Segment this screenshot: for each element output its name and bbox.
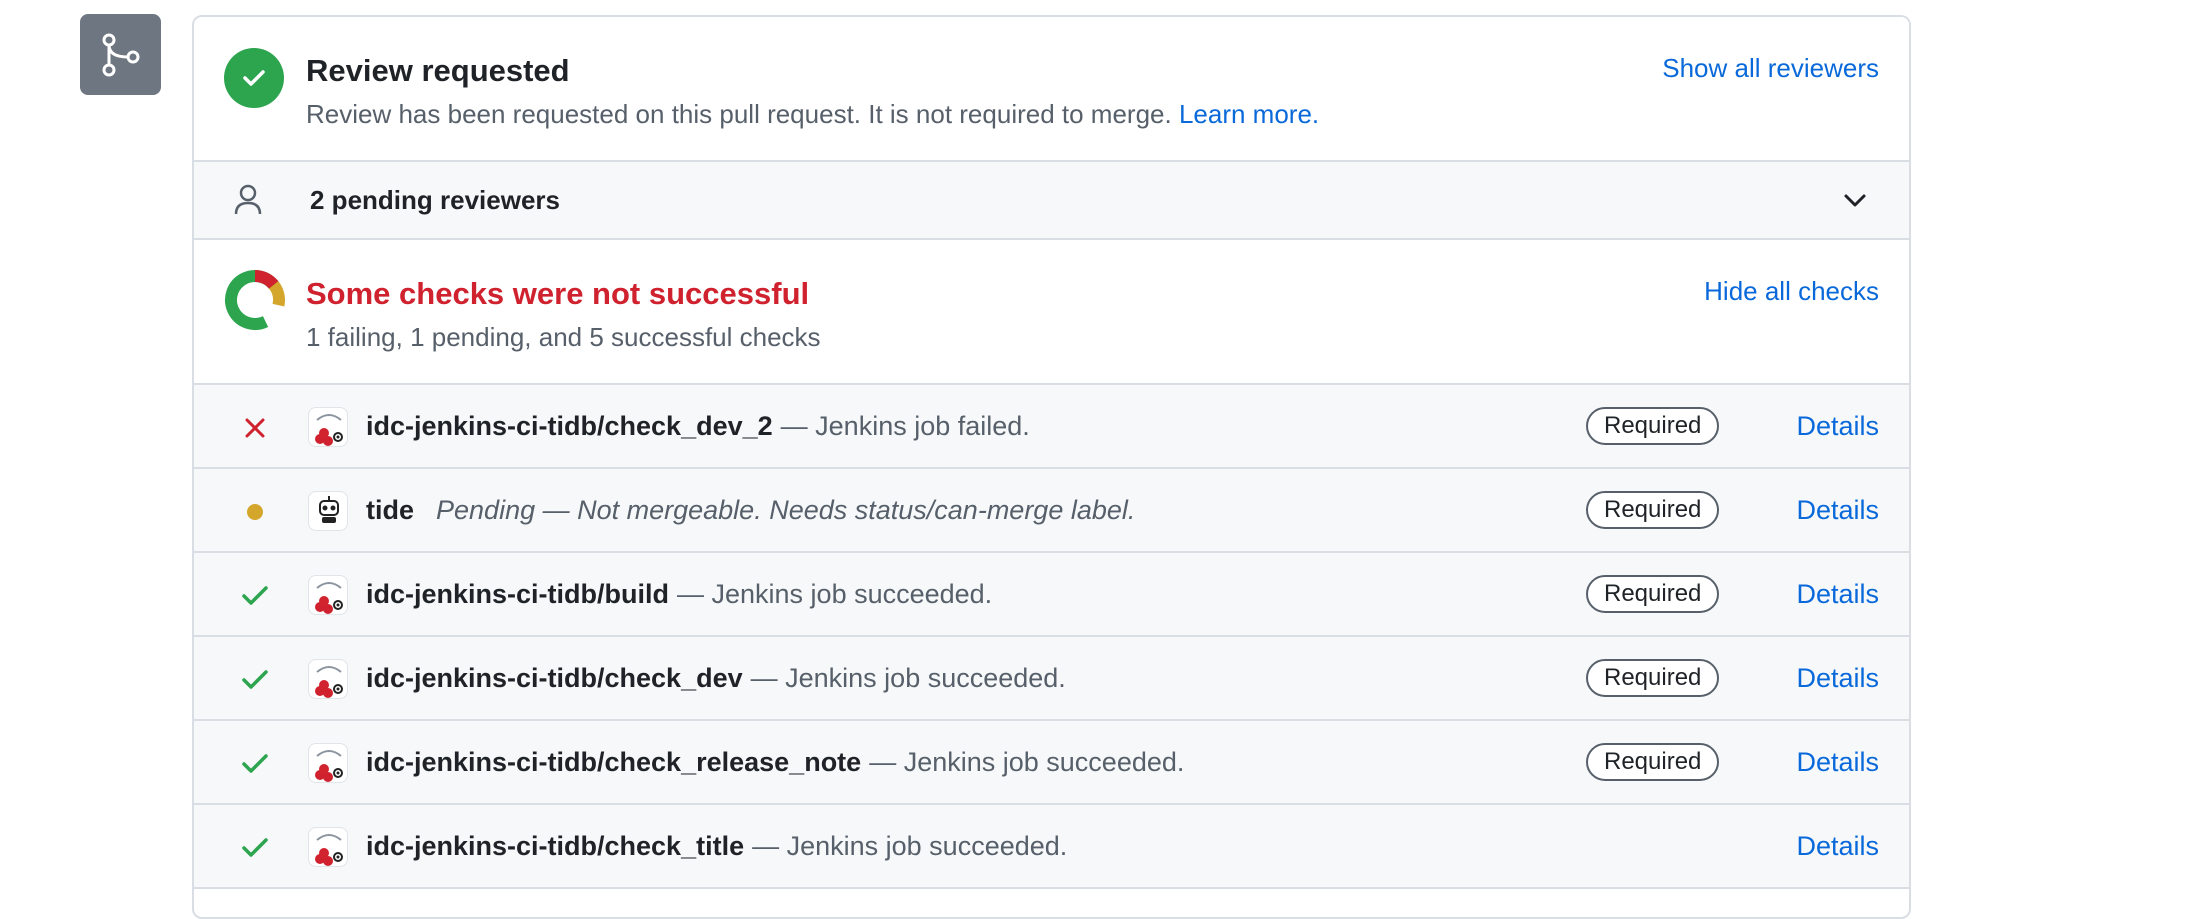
jenkins-avatar [308, 743, 348, 783]
check-row: tide Pending — Not mergeable. Needs statu… [194, 469, 1909, 553]
check-text: idc-jenkins-ci-tidb/check_release_note — … [366, 747, 1184, 778]
jenkins-avatar [308, 407, 348, 447]
chevron-down-icon[interactable] [1843, 190, 1867, 210]
check-description: — Jenkins job succeeded. [677, 579, 993, 609]
required-badge: Required [1586, 743, 1720, 781]
details-link[interactable]: Details [1796, 747, 1879, 778]
jenkins-avatar [308, 659, 348, 699]
git-merge-icon [80, 14, 161, 95]
check-row: idc-jenkins-ci-tidb/check_release_note — … [194, 721, 1909, 805]
checks-status-donut-icon [225, 270, 285, 330]
check-icon [240, 833, 270, 863]
check-circle-icon [224, 48, 284, 108]
learn-more-link[interactable]: Learn more. [1179, 99, 1319, 129]
pending-reviewers-label: 2 pending reviewers [310, 185, 560, 215]
tichi-bot-avatar [308, 491, 348, 531]
branch-icon [102, 33, 139, 76]
check-row: idc-jenkins-ci-tidb/build — Jenkins job s… [194, 553, 1909, 637]
required-badge: Required [1586, 575, 1720, 613]
check-text: idc-jenkins-ci-tidb/check_dev_2— Jenkins… [366, 411, 1030, 442]
details-link[interactable]: Details [1796, 663, 1879, 694]
checks-title: Some checks were not successful [306, 276, 810, 311]
required-badge: Required [1586, 491, 1720, 529]
check-text: idc-jenkins-ci-tidb/check_dev — Jenkins j… [366, 663, 1066, 694]
check-text: tide Pending — Not mergeable. Needs statu… [366, 495, 1135, 526]
check-icon [240, 581, 270, 611]
check-icon [240, 665, 270, 695]
check-name: idc-jenkins-ci-tidb/check_title [366, 831, 745, 861]
checks-section: Some checks were not successful 1 failin… [194, 240, 1909, 385]
check-description: Pending — Not mergeable. Needs status/ca… [436, 495, 1136, 525]
check-description: — Jenkins job succeeded. [750, 663, 1066, 693]
show-all-reviewers-link[interactable]: Show all reviewers [1662, 53, 1879, 84]
checks-summary: 1 failing, 1 pending, and 5 successful c… [306, 322, 821, 352]
pending-reviewers-row[interactable]: 2 pending reviewers [194, 162, 1909, 240]
check-description: — Jenkins job failed. [780, 411, 1030, 441]
check-name: idc-jenkins-ci-tidb/check_dev_2 [366, 411, 773, 441]
check-name: tide [366, 495, 415, 525]
check-description: — Jenkins job succeeded. [869, 747, 1185, 777]
review-description: Review has been requested on this pull r… [306, 99, 1320, 129]
check-icon [240, 749, 270, 779]
check-name: idc-jenkins-ci-tidb/check_dev [366, 663, 743, 693]
person-icon [234, 184, 262, 215]
review-section: Review requested Review has been request… [194, 17, 1909, 162]
x-icon [240, 413, 270, 443]
check-text: idc-jenkins-ci-tidb/check_title — Jenkins… [366, 831, 1067, 862]
check-name: idc-jenkins-ci-tidb/check_release_note [366, 747, 862, 777]
details-link[interactable]: Details [1796, 831, 1879, 862]
check-row: idc-jenkins-ci-tidb/check_dev — Jenkins j… [194, 637, 1909, 721]
checks-list: idc-jenkins-ci-tidb/check_dev_2— Jenkins… [194, 385, 1909, 889]
check-description: — Jenkins job succeeded. [752, 831, 1068, 861]
check-row: idc-jenkins-ci-tidb/check_title — Jenkins… [194, 805, 1909, 889]
check-row: idc-jenkins-ci-tidb/check_dev_2— Jenkins… [194, 385, 1909, 469]
required-badge: Required [1586, 407, 1720, 445]
required-badge: Required [1586, 659, 1720, 697]
jenkins-avatar [308, 827, 348, 867]
hide-all-checks-link[interactable]: Hide all checks [1704, 276, 1879, 307]
merge-box: Review requested Review has been request… [192, 15, 1911, 919]
dot-icon [240, 497, 270, 527]
details-link[interactable]: Details [1796, 579, 1879, 610]
check-text: idc-jenkins-ci-tidb/build — Jenkins job s… [366, 579, 992, 610]
review-title: Review requested [306, 53, 570, 88]
details-link[interactable]: Details [1796, 495, 1879, 526]
details-link[interactable]: Details [1796, 411, 1879, 442]
jenkins-avatar [308, 575, 348, 615]
check-name: idc-jenkins-ci-tidb/build [366, 579, 669, 609]
